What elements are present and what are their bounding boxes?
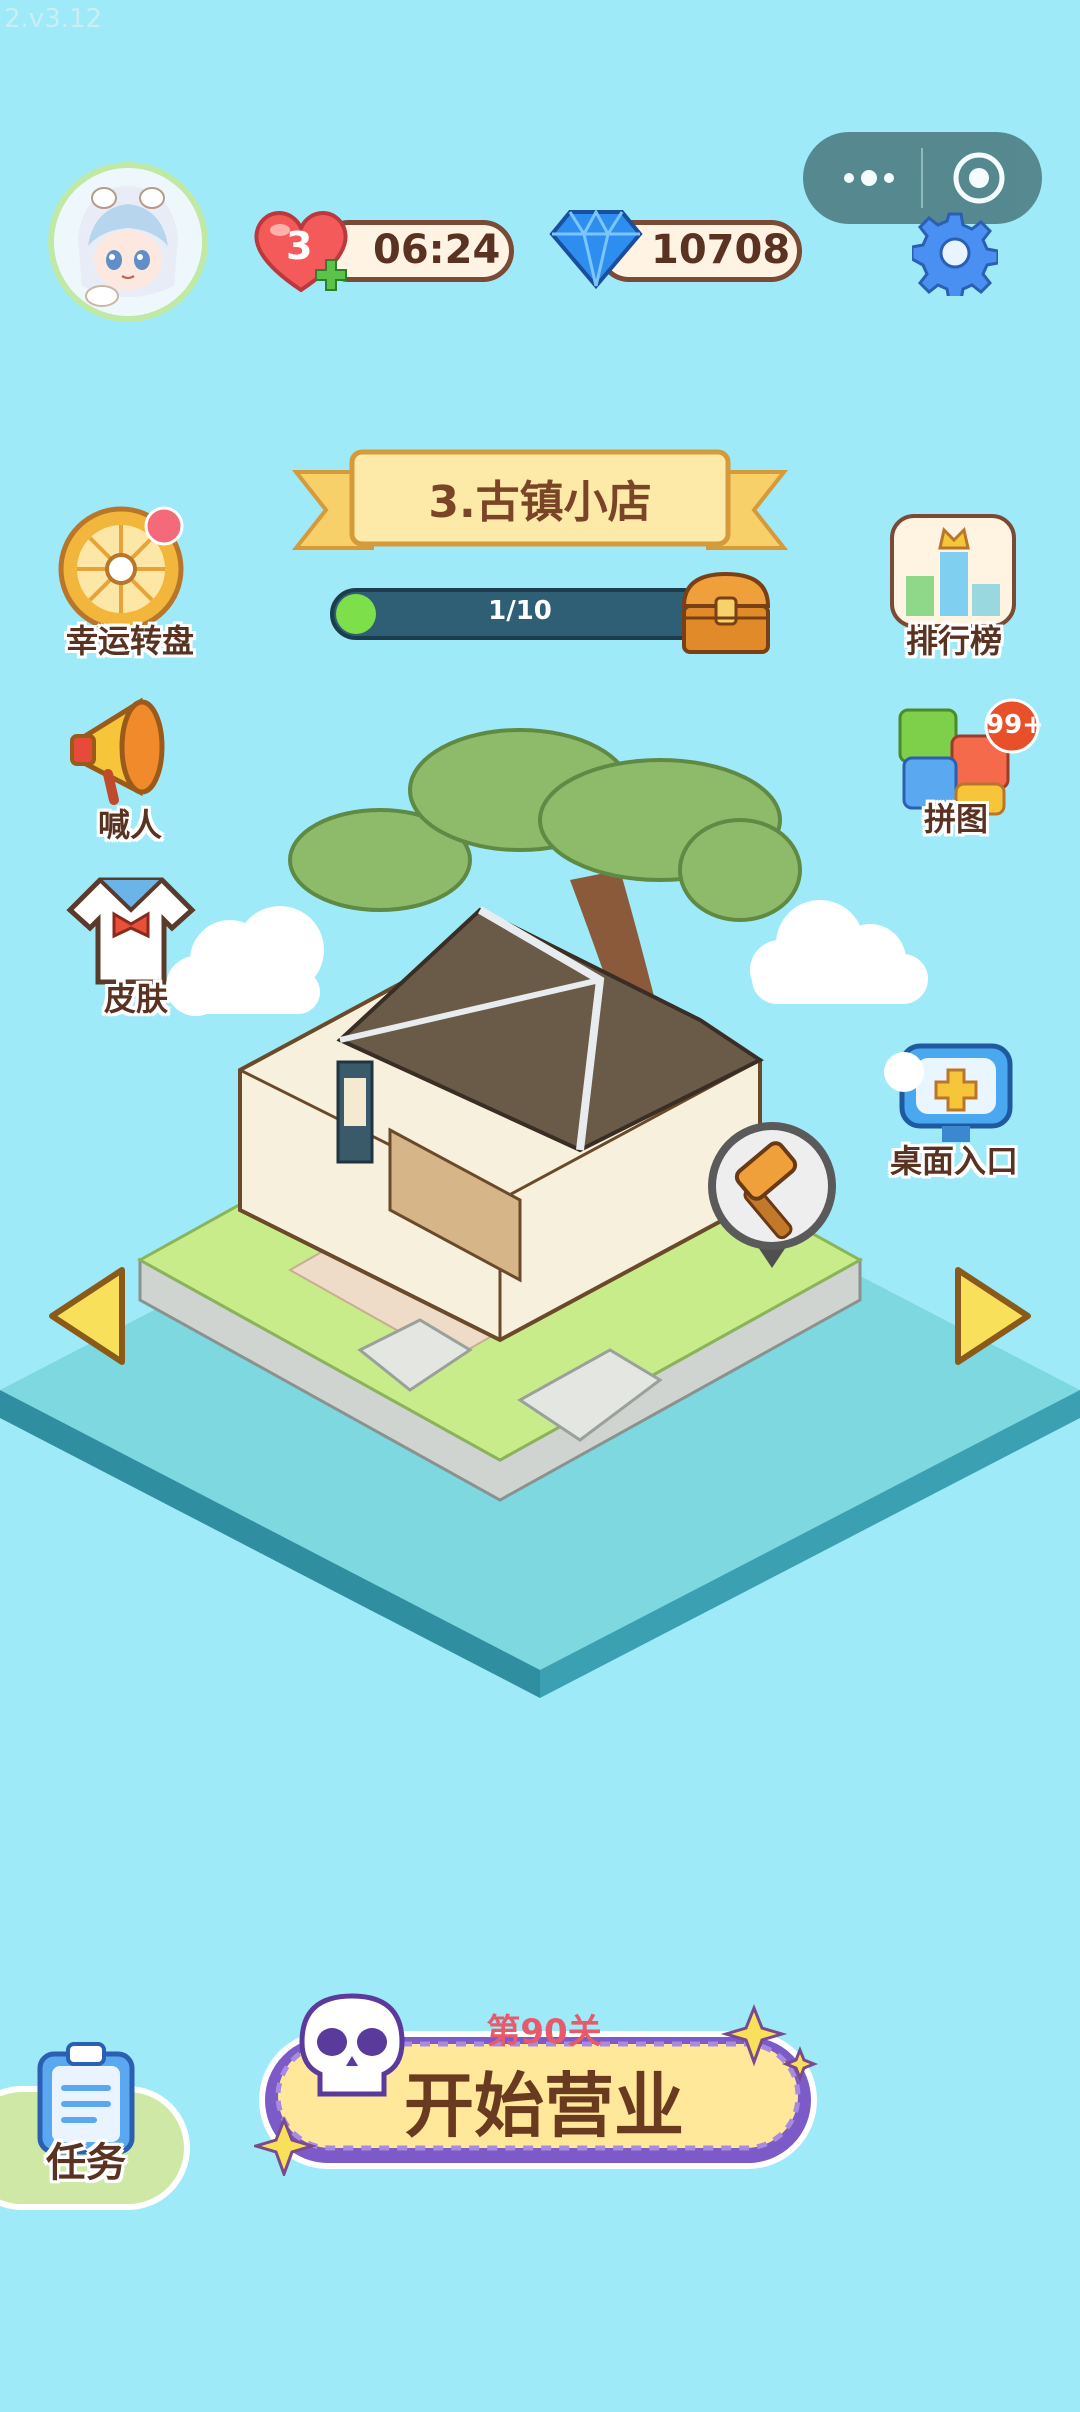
more-icon[interactable] xyxy=(833,158,903,198)
start-business-button[interactable]: 第90关 开始营业 xyxy=(250,1990,834,2179)
island-scene xyxy=(0,700,1080,1700)
lives-count: 3 xyxy=(286,224,313,268)
close-miniprogram-icon[interactable] xyxy=(951,150,1007,206)
task-label[interactable]: 任务 xyxy=(0,2130,186,2188)
avatar-character-icon xyxy=(54,168,202,316)
player-avatar[interactable] xyxy=(48,162,208,322)
leaderboard-label[interactable]: 排行榜 xyxy=(854,616,1054,662)
life-timer: 06:24 xyxy=(373,227,501,273)
leaderboard-icon[interactable] xyxy=(888,512,1018,630)
progress-text: 1/10 xyxy=(488,596,552,626)
next-island-arrow[interactable] xyxy=(950,1262,1036,1370)
cloud-left xyxy=(166,906,324,1016)
lucky-wheel-label[interactable]: 幸运转盘 xyxy=(30,616,230,662)
prev-island-arrow[interactable] xyxy=(44,1262,130,1370)
capsule-divider xyxy=(921,148,923,208)
gems-count: 10708 xyxy=(651,227,791,273)
level-progress-bar: 1/10 xyxy=(330,588,710,640)
hammer-icon xyxy=(708,1122,836,1268)
start-label[interactable]: 开始营业 xyxy=(254,2050,834,2151)
lucky-wheel-icon[interactable] xyxy=(56,504,186,634)
build-hammer-button[interactable] xyxy=(704,1120,840,1270)
cloud-right xyxy=(750,900,928,1092)
version-label: 2.v3.12 xyxy=(4,4,103,34)
add-life-icon[interactable] xyxy=(314,258,348,292)
treasure-chest-icon[interactable] xyxy=(676,566,776,660)
level-ribbon: 3.古镇小店 xyxy=(291,448,789,568)
settings-gear-icon[interactable] xyxy=(910,210,1000,302)
level-title: 3.古镇小店 xyxy=(428,477,652,528)
level-number: 第90关 xyxy=(486,2012,602,2052)
heart-icon[interactable]: 3 xyxy=(252,206,350,296)
diamond-icon[interactable] xyxy=(548,206,644,290)
